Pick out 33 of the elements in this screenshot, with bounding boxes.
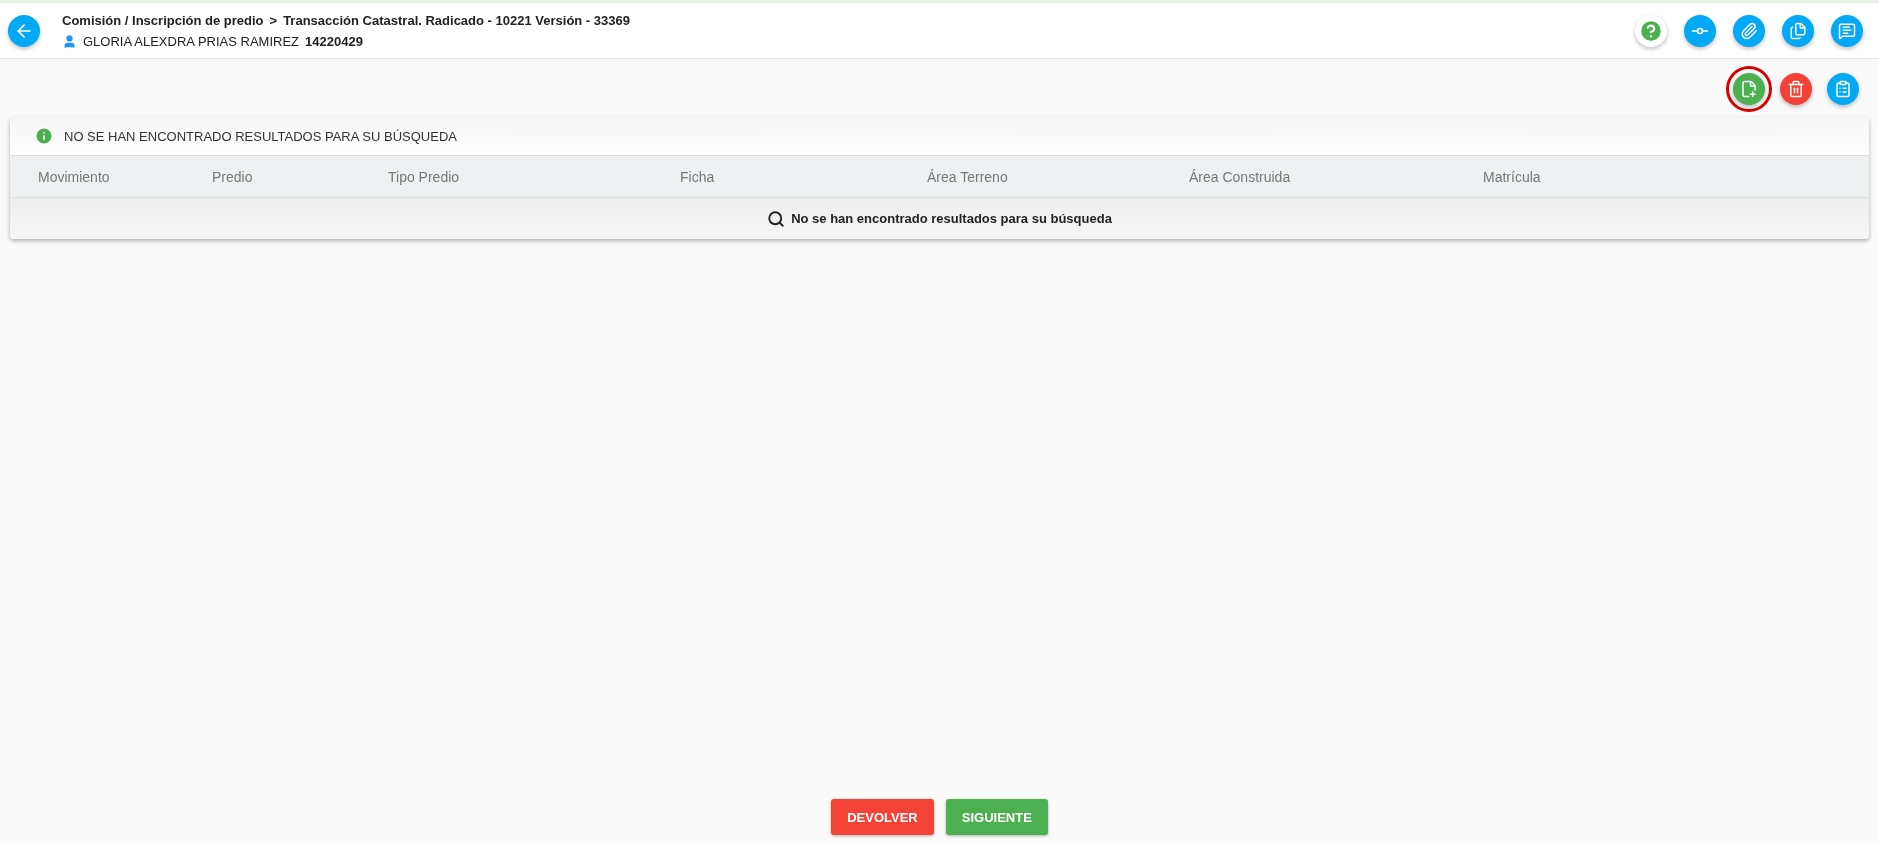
action-button[interactable]: SIGUIENTE [945, 799, 1048, 835]
trash-icon [1787, 80, 1805, 98]
action-button[interactable]: DEVOLVER [831, 799, 934, 835]
breadcrumb-separator: > [269, 12, 278, 28]
help-button[interactable] [1635, 14, 1667, 47]
user-name: GLORIA ALEXDRA PRIAS RAMIREZ [83, 33, 299, 49]
copy-button[interactable] [1782, 14, 1814, 47]
comment-icon [1838, 21, 1856, 40]
column-header: Tipo Predio [388, 168, 461, 185]
column-header: Movimiento [38, 168, 111, 185]
back-button[interactable] [8, 14, 40, 47]
copy-icon [1789, 21, 1807, 40]
user-icon [62, 33, 77, 49]
dots-button[interactable] [1684, 14, 1716, 47]
empty-table-text: No se han encontrado resultados para su búsqueda [791, 211, 1112, 226]
comment-button[interactable] [1831, 14, 1863, 47]
column-header: Ficha [680, 168, 716, 185]
clipboard-icon [1834, 80, 1852, 98]
column-header: Matrícula [1483, 168, 1542, 185]
add-document-icon [1740, 80, 1758, 98]
search-icon [767, 209, 786, 228]
clipboard-button[interactable] [1827, 73, 1859, 105]
transaction-title: Transacción Catastral. Radicado - 10221 Versión - 33369 [283, 12, 630, 28]
info-icon [34, 126, 54, 146]
paperclip-icon [1740, 21, 1758, 40]
user-id: 14220429 [305, 33, 363, 49]
column-header: Área Terreno [927, 168, 1009, 185]
column-header: Área Construida [1189, 168, 1292, 185]
attach-button[interactable] [1733, 14, 1765, 47]
delete-button[interactable] [1780, 73, 1812, 105]
column-header: Predio [212, 168, 254, 185]
no-results-message: NO SE HAN ENCONTRADO RESULTADOS PARA SU BÚSQUEDA [64, 128, 457, 144]
breadcrumb: Comisión / Inscripción de predio [62, 12, 264, 28]
